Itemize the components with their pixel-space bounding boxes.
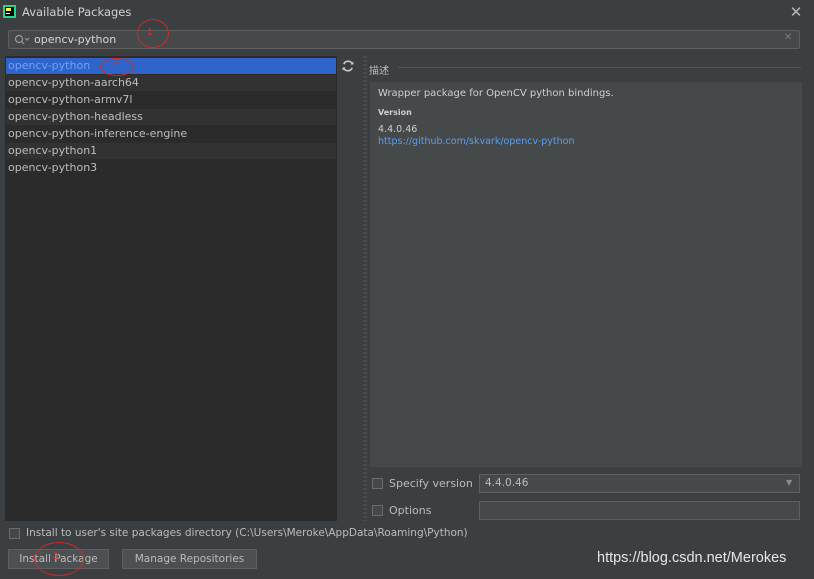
chevron-down-icon[interactable]: ▼ [786,478,792,487]
version-select[interactable]: 4.4.0.46 ▼ [479,474,800,493]
watermark: https://blog.csdn.net/Merokes [597,550,787,566]
description-heading: 描述 [369,66,389,77]
manage-repositories-button[interactable]: Manage Repositories [122,549,257,569]
pycharm-app-icon [3,5,16,18]
version-select-value: 4.4.0.46 [485,477,529,489]
clear-search-icon[interactable]: ✕ [784,32,792,43]
specify-version-checkbox[interactable] [372,478,383,489]
options-label[interactable]: Options [389,504,431,517]
panel-splitter[interactable] [363,56,367,521]
package-item-opencv-python1[interactable]: opencv-python1 [6,143,336,159]
annotation-number-2: 2 [112,60,118,71]
close-icon[interactable]: ✕ [787,2,805,22]
title-bar: Available Packages ✕ [0,0,814,24]
package-item-opencv-python[interactable]: opencv-python [6,58,336,74]
description-text: Wrapper package for OpenCV python bindin… [378,88,614,99]
window-title: Available Packages [22,5,132,19]
description-divider [398,67,801,68]
version-value: 4.4.0.46 [378,124,418,135]
annotation-circle-3 [34,542,84,576]
annotation-number-1: 1 [147,27,153,38]
install-user-label[interactable]: Install to user's site packages director… [26,527,468,539]
version-label: Version [378,108,412,117]
package-item-opencv-python-inference-engine[interactable]: opencv-python-inference-engine [6,126,336,142]
annotation-circle-1 [137,19,169,48]
options-checkbox[interactable] [372,505,383,516]
homepage-link[interactable]: https://github.com/skvark/opencv-python [378,136,575,147]
package-item-opencv-python-armv7l[interactable]: opencv-python-armv7l [6,92,336,108]
search-box[interactable]: ✕ [8,30,800,49]
package-item-opencv-python-aarch64[interactable]: opencv-python-aarch64 [6,75,336,91]
specify-version-label[interactable]: Specify version [389,477,473,490]
package-item-opencv-python3[interactable]: opencv-python3 [6,160,336,176]
annotation-number-3: 3 [53,551,59,562]
description-panel: Wrapper package for OpenCV python bindin… [370,82,802,467]
search-icon[interactable] [14,34,30,46]
package-item-opencv-python-headless[interactable]: opencv-python-headless [6,109,336,125]
refresh-icon[interactable] [341,59,355,73]
package-list[interactable]: opencv-python opencv-python-aarch64 open… [5,56,337,521]
options-input[interactable] [479,501,800,520]
install-user-checkbox[interactable] [9,528,20,539]
